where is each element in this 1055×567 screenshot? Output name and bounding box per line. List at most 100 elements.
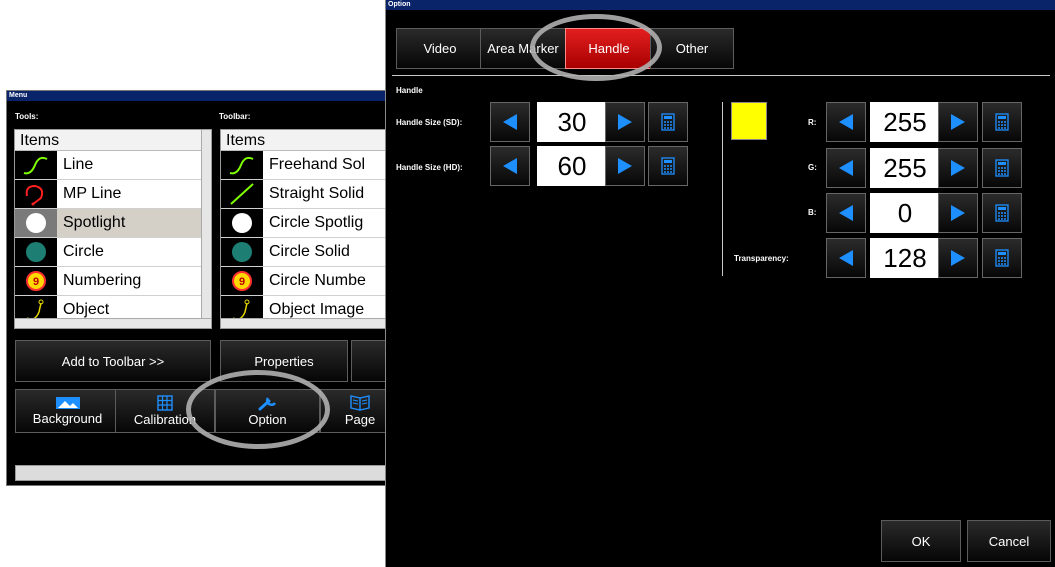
handle-size-sd-increase-button[interactable] — [605, 102, 645, 142]
transparency-increase-button[interactable] — [938, 238, 978, 278]
g-increase-button[interactable] — [938, 148, 978, 188]
tools-item-label: Line — [63, 156, 94, 173]
tools-label: Tools: — [15, 112, 39, 121]
numbering-icon: 9 — [221, 267, 263, 295]
calculator-icon — [661, 157, 675, 175]
tools-item-spotlight[interactable]: Spotlight — [15, 209, 211, 238]
right-arrow-icon — [951, 250, 965, 266]
tab-video[interactable]: Video — [396, 28, 484, 69]
r-value[interactable]: 255 — [870, 102, 940, 142]
left-arrow-icon — [839, 250, 853, 266]
curve-line-icon — [221, 151, 263, 179]
left-arrow-icon — [839, 160, 853, 176]
toolbar-list[interactable]: Items Freehand Sol Straight Solid Circle… — [220, 129, 389, 329]
right-arrow-icon — [951, 114, 965, 130]
left-arrow-icon — [503, 114, 517, 130]
menu-status-bar — [15, 465, 389, 481]
section-title: Handle — [396, 86, 423, 95]
calibration-icon — [157, 395, 173, 411]
svg-text:9: 9 — [239, 276, 245, 288]
background-icon — [55, 397, 80, 409]
tools-list-header: Items — [15, 130, 211, 151]
tab-handle[interactable]: Handle — [565, 28, 653, 69]
calculator-icon — [995, 159, 1009, 177]
toolbar-item-label: Circle Numbe — [269, 272, 366, 289]
b-label: B: — [808, 208, 817, 217]
right-arrow-icon — [951, 160, 965, 176]
toolbar-item[interactable]: Straight Solid — [221, 180, 389, 209]
calculator-icon — [995, 204, 1009, 222]
toolbar-item[interactable]: Freehand Sol — [221, 151, 389, 180]
b-increase-button[interactable] — [938, 193, 978, 233]
left-arrow-icon — [503, 158, 517, 174]
toolbar-item[interactable]: 9 Circle Numbe — [221, 267, 389, 296]
option-titlebar: Option — [386, 0, 1055, 10]
transparency-value[interactable]: 128 — [870, 238, 940, 278]
tools-item-line[interactable]: Line — [15, 151, 211, 180]
transparency-decrease-button[interactable] — [826, 238, 866, 278]
right-arrow-icon — [951, 205, 965, 221]
transparency-keypad-button[interactable] — [982, 238, 1022, 278]
spotlight-icon — [221, 209, 263, 237]
calculator-icon — [995, 113, 1009, 131]
b-keypad-button[interactable] — [982, 193, 1022, 233]
option-window: Option Video Area Marker Handle Other Ha… — [385, 0, 1055, 567]
ok-button[interactable]: OK — [881, 520, 961, 562]
section-divider — [722, 102, 723, 276]
handle-size-hd-label: Handle Size (HD): — [396, 163, 463, 172]
toolbar-item-label: Circle Solid — [269, 243, 350, 260]
g-value[interactable]: 255 — [870, 148, 940, 188]
handle-size-hd-increase-button[interactable] — [605, 146, 645, 186]
tools-vertical-scrollbar[interactable] — [201, 130, 211, 320]
right-arrow-icon — [618, 114, 632, 130]
cancel-button[interactable]: Cancel — [967, 520, 1051, 562]
option-button[interactable]: Option — [215, 389, 320, 433]
background-label: Background — [32, 411, 103, 426]
circle-icon — [221, 238, 263, 266]
toolbar-item-label: Freehand Sol — [269, 156, 366, 173]
tools-list[interactable]: Items Line MP Line Spotlight Circle 9 Nu… — [14, 129, 212, 329]
b-value[interactable]: 0 — [870, 193, 940, 233]
curve-line-icon — [15, 151, 57, 179]
handle-size-hd-decrease-button[interactable] — [490, 146, 530, 186]
tools-item-numbering[interactable]: 9 Numbering — [15, 267, 211, 296]
tools-item-mp-line[interactable]: MP Line — [15, 180, 211, 209]
toolbar-item-label: Object Image — [269, 301, 365, 318]
add-to-toolbar-button[interactable]: Add to Toolbar >> — [15, 340, 211, 382]
toolbar-label: Toolbar: — [219, 112, 251, 121]
background-button[interactable]: Background — [15, 389, 120, 433]
page-button[interactable]: Page — [320, 389, 389, 433]
handle-size-hd-keypad-button[interactable] — [648, 146, 688, 186]
tab-area-marker[interactable]: Area Marker — [480, 28, 566, 69]
menu-window: Menu Tools: Toolbar: Items Line MP Line … — [6, 90, 390, 486]
handle-size-hd-value[interactable]: 60 — [537, 146, 607, 186]
g-keypad-button[interactable] — [982, 148, 1022, 188]
r-label: R: — [808, 118, 817, 127]
spotlight-icon — [15, 209, 57, 237]
book-icon — [350, 395, 370, 411]
tools-horizontal-scrollbar[interactable] — [15, 318, 211, 328]
calculator-icon — [995, 249, 1009, 267]
properties-button[interactable]: Properties — [220, 340, 348, 382]
calculator-icon — [661, 113, 675, 131]
tools-item-circle[interactable]: Circle — [15, 238, 211, 267]
handle-size-sd-keypad-button[interactable] — [648, 102, 688, 142]
r-increase-button[interactable] — [938, 102, 978, 142]
wrench-icon — [258, 397, 276, 411]
toolbar-horizontal-scrollbar[interactable] — [221, 318, 389, 328]
calibration-button[interactable]: Calibration — [115, 389, 215, 433]
r-decrease-button[interactable] — [826, 102, 866, 142]
toolbar-item[interactable]: Circle Solid — [221, 238, 389, 267]
r-keypad-button[interactable] — [982, 102, 1022, 142]
tab-other[interactable]: Other — [650, 28, 734, 69]
toolbar-item[interactable]: Circle Spotlig — [221, 209, 389, 238]
handle-size-sd-decrease-button[interactable] — [490, 102, 530, 142]
b-decrease-button[interactable] — [826, 193, 866, 233]
handle-size-sd-value[interactable]: 30 — [537, 102, 607, 142]
tools-item-label: Circle — [63, 243, 104, 260]
color-swatch — [731, 102, 767, 140]
g-decrease-button[interactable] — [826, 148, 866, 188]
tabs-divider — [392, 75, 1050, 76]
g-label: G: — [808, 163, 817, 172]
toolbar-item-label: Circle Spotlig — [269, 214, 364, 231]
